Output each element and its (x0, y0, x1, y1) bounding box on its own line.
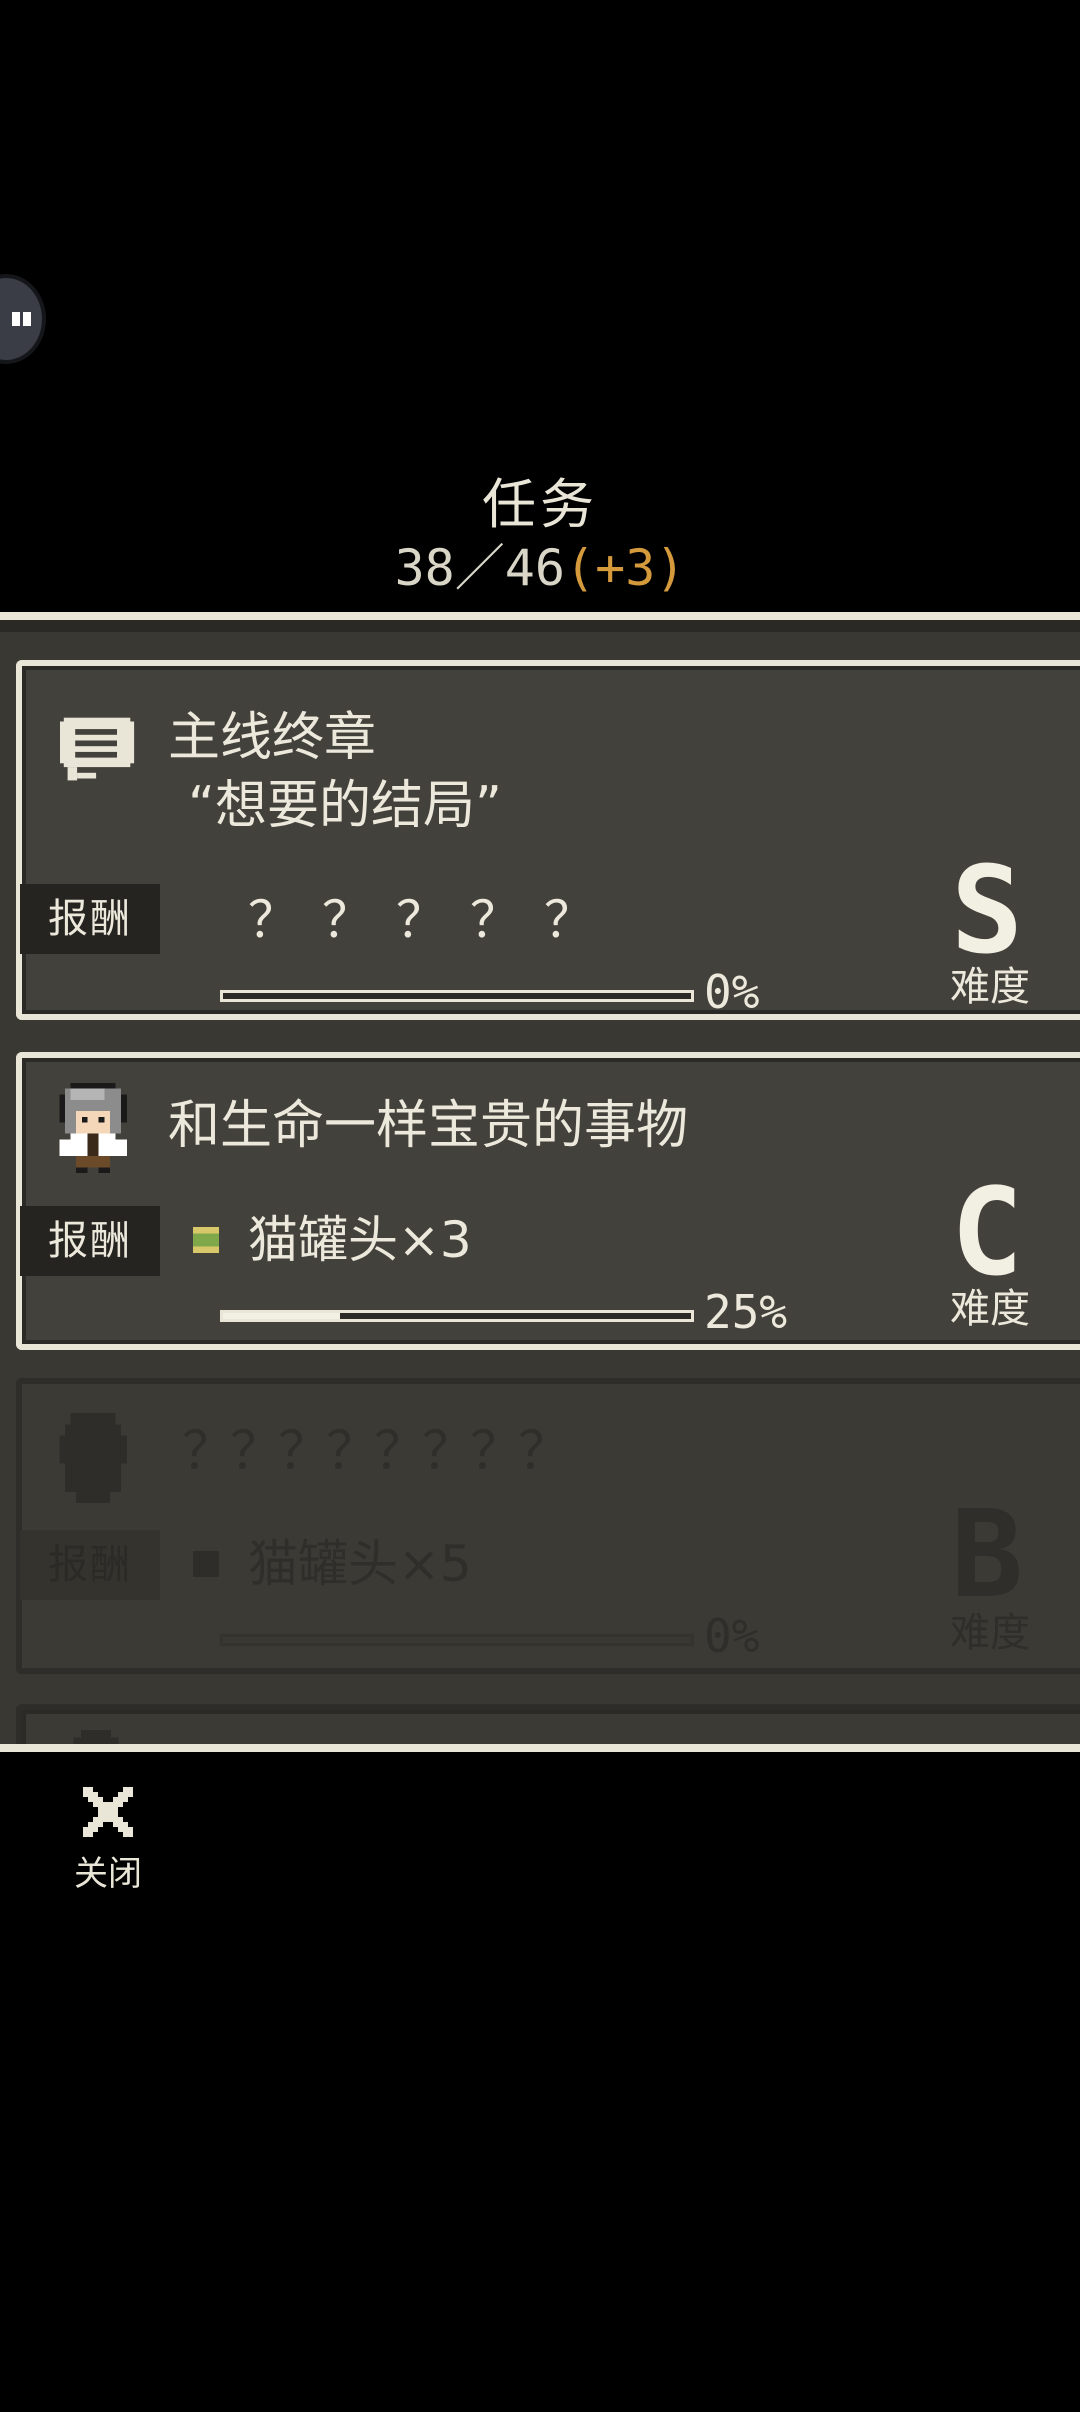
quest-list-panel[interactable]: 主线终章 “想要的结局” 报酬 ？？？？？ 0% S 难度 和生命一样宝贵的事物… (0, 612, 1080, 1752)
quest-progress-percent: 0% (704, 1609, 760, 1663)
difficulty-grade: C (950, 1164, 1024, 1303)
quest-card-locked[interactable]: ？？？？？？？？ 报酬 猫罐头×5 0% B 难度 (16, 1378, 1080, 1674)
speech-bubble-icon (60, 717, 135, 781)
reward-label: 报酬 (20, 884, 160, 954)
quest-title: 主线终章 (168, 708, 377, 768)
grey-haired-character-icon (59, 1083, 127, 1173)
reward-value: 猫罐头×5 (248, 1535, 472, 1593)
floating-assistant-button[interactable] (0, 278, 42, 360)
reward-value: ？？？？？ (248, 891, 618, 949)
difficulty-label: 难度 (950, 964, 1030, 1010)
quest-progress-bar (220, 990, 694, 1002)
close-button[interactable]: 关闭 (60, 1782, 156, 1902)
quest-progress-fill (223, 1313, 340, 1319)
difficulty-grade: S (950, 842, 1024, 981)
silhouette-character-icon (59, 1413, 127, 1503)
quest-title: 和生命一样宝贵的事物 (168, 1096, 689, 1156)
quest-card-precious-thing[interactable]: 和生命一样宝贵的事物 报酬 猫罐头×3 25% C 难度 (16, 1052, 1080, 1350)
close-icon (83, 1787, 133, 1837)
bubble-eye-icon (12, 312, 20, 326)
cat-food-can-icon (193, 1551, 219, 1577)
quest-progress-percent: 25% (704, 1285, 788, 1339)
bubble-eye-icon (23, 312, 31, 326)
silhouette-character-icon (73, 1730, 119, 1744)
cat-food-can-icon (193, 1227, 219, 1253)
quest-bonus-count: (+3) (565, 539, 686, 597)
quest-card-partial[interactable] (16, 1704, 1080, 1744)
difficulty-label: 难度 (950, 1610, 1030, 1656)
quest-progress-percent: 0% (704, 965, 760, 1019)
reward-label: 报酬 (20, 1206, 160, 1276)
reward-value: 猫罐头×3 (248, 1211, 472, 1269)
reward-label: 报酬 (20, 1530, 160, 1600)
quest-card-main-finale[interactable]: 主线终章 “想要的结局” 报酬 ？？？？？ 0% S 难度 (16, 660, 1080, 1020)
difficulty-grade: B (950, 1486, 1024, 1625)
quest-progress-bar (220, 1634, 694, 1646)
quest-counter: 38／46(+3) (0, 528, 1080, 600)
difficulty-label: 难度 (950, 1286, 1030, 1332)
quest-title: ？？？？？？？？ (182, 1422, 570, 1482)
quest-subtitle: “想要的结局” (188, 776, 502, 836)
quest-progress-bar (220, 1310, 694, 1322)
close-label: 关闭 (74, 1854, 142, 1894)
quest-progress-count: 38／46 (394, 539, 565, 597)
